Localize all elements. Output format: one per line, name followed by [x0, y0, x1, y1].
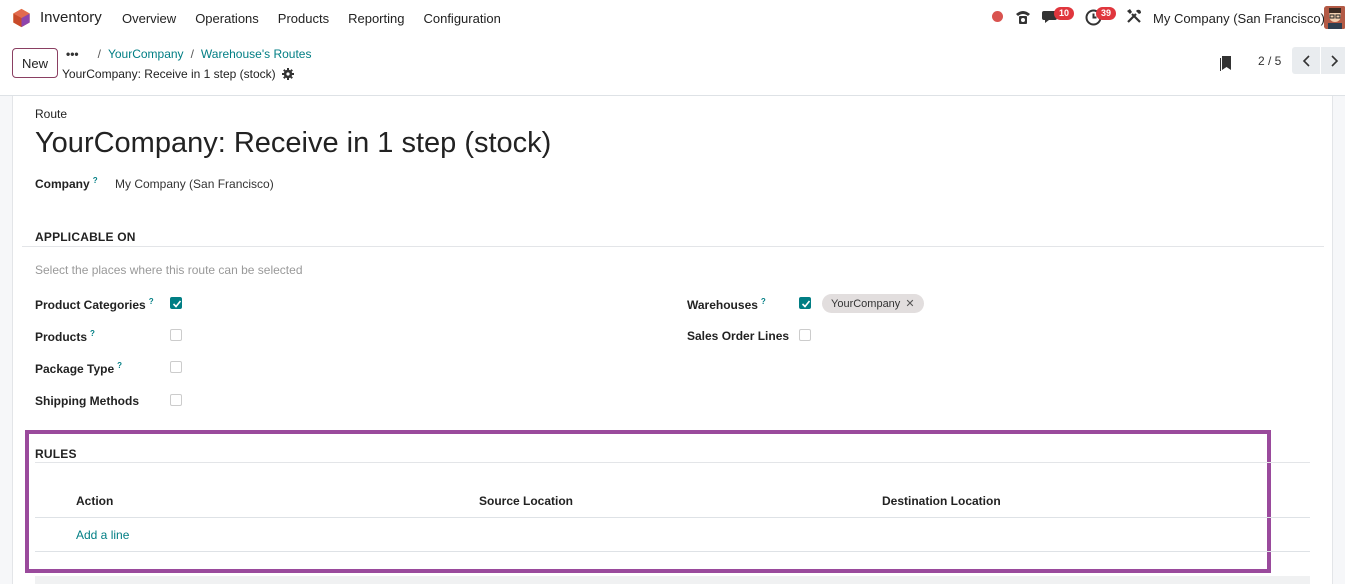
- products-checkbox[interactable]: [170, 329, 182, 341]
- chevron-right-icon: [1331, 54, 1339, 67]
- add-line-link[interactable]: Add a line: [76, 528, 129, 542]
- record-title: YourCompany: Receive in 1 step (stock): [62, 67, 294, 81]
- chat-badge: 10: [1054, 7, 1075, 20]
- record-title-text: YourCompany: Receive in 1 step (stock): [62, 67, 276, 81]
- products-help-icon[interactable]: ?: [90, 329, 95, 338]
- applicable-hint: Select the places where this route can b…: [35, 263, 303, 277]
- column-source-location[interactable]: Source Location: [479, 494, 573, 508]
- product-categories-checkbox[interactable]: [170, 297, 182, 309]
- menu-reporting[interactable]: Reporting: [348, 11, 404, 26]
- gear-icon[interactable]: [281, 68, 294, 80]
- table-header-divider: [35, 517, 1310, 518]
- pager-next-button[interactable]: [1321, 47, 1345, 74]
- table-row-divider: [35, 551, 1310, 552]
- phone-icon[interactable]: [1014, 8, 1032, 26]
- debug-tools-icon[interactable]: [1126, 8, 1142, 24]
- breadcrumb-more-icon[interactable]: •••: [66, 47, 79, 61]
- company-switcher[interactable]: My Company (San Francisco): [1153, 11, 1325, 26]
- bookmark-icon[interactable]: [1219, 55, 1233, 72]
- main-menu: Overview Operations Products Reporting C…: [122, 11, 520, 26]
- breadcrumb-separator: /: [97, 47, 101, 61]
- company-label-text: Company: [35, 177, 90, 191]
- rules-title: RULES: [35, 447, 77, 461]
- shipping-methods-checkbox[interactable]: [170, 394, 182, 406]
- activity-badge: 39: [1096, 7, 1117, 20]
- control-panel: New ••• / YourCompany / Warehouse's Rout…: [0, 37, 1345, 96]
- divider: [22, 246, 1324, 247]
- products-label: Products?: [35, 329, 95, 344]
- remove-tag-icon[interactable]: ✕: [905, 297, 914, 310]
- package-type-label-text: Package Type: [35, 362, 115, 376]
- warehouses-label: Warehouses?: [687, 297, 766, 312]
- breadcrumb: ••• / YourCompany / Warehouse's Routes: [66, 47, 311, 61]
- app-name[interactable]: Inventory: [40, 9, 102, 26]
- route-name-field[interactable]: YourCompany: Receive in 1 step (stock): [35, 127, 551, 160]
- menu-configuration[interactable]: Configuration: [423, 11, 500, 26]
- divider: [35, 462, 1310, 463]
- breadcrumb-separator: /: [190, 47, 194, 61]
- route-label: Route: [35, 107, 68, 121]
- check-icon: [172, 300, 182, 308]
- shipping-methods-label: Shipping Methods: [35, 394, 139, 408]
- warehouse-tag-label: YourCompany: [831, 297, 901, 310]
- pager-previous-button[interactable]: [1292, 47, 1320, 74]
- package-type-checkbox[interactable]: [170, 361, 182, 373]
- new-button[interactable]: New: [12, 48, 58, 78]
- warehouses-help-icon[interactable]: ?: [761, 297, 766, 306]
- check-icon: [801, 300, 811, 308]
- recording-indicator-icon[interactable]: [992, 11, 1003, 22]
- top-navbar: Inventory Overview Operations Products R…: [0, 0, 1345, 37]
- column-action[interactable]: Action: [76, 494, 113, 508]
- product-categories-help-icon[interactable]: ?: [149, 297, 154, 306]
- warehouses-checkbox[interactable]: [799, 297, 811, 309]
- products-label-text: Products: [35, 330, 88, 344]
- table-footer: [35, 576, 1310, 584]
- applicable-on-title: APPLICABLE ON: [35, 230, 136, 244]
- company-field[interactable]: My Company (San Francisco): [115, 177, 274, 191]
- package-type-help-icon[interactable]: ?: [117, 361, 122, 370]
- menu-operations[interactable]: Operations: [195, 11, 259, 26]
- warehouse-tag: YourCompany ✕: [822, 294, 924, 313]
- user-avatar[interactable]: [1324, 6, 1345, 29]
- column-destination-location[interactable]: Destination Location: [882, 494, 1001, 508]
- company-label: Company?: [35, 176, 98, 191]
- company-help-icon[interactable]: ?: [93, 176, 98, 185]
- sales-order-lines-checkbox[interactable]: [799, 329, 811, 341]
- chevron-left-icon: [1302, 54, 1310, 67]
- product-categories-label-text: Product Categories: [35, 298, 146, 312]
- breadcrumb-yourcompany[interactable]: YourCompany: [108, 47, 184, 61]
- menu-overview[interactable]: Overview: [122, 11, 176, 26]
- warehouses-label-text: Warehouses: [687, 298, 758, 312]
- pager-value[interactable]: 2 / 5: [1258, 54, 1281, 68]
- package-type-label: Package Type?: [35, 361, 122, 376]
- breadcrumb-warehouse-routes[interactable]: Warehouse's Routes: [201, 47, 312, 61]
- menu-products[interactable]: Products: [278, 11, 329, 26]
- inventory-app-icon[interactable]: [12, 8, 31, 28]
- product-categories-label: Product Categories?: [35, 297, 154, 312]
- sales-order-lines-label: Sales Order Lines: [687, 329, 790, 343]
